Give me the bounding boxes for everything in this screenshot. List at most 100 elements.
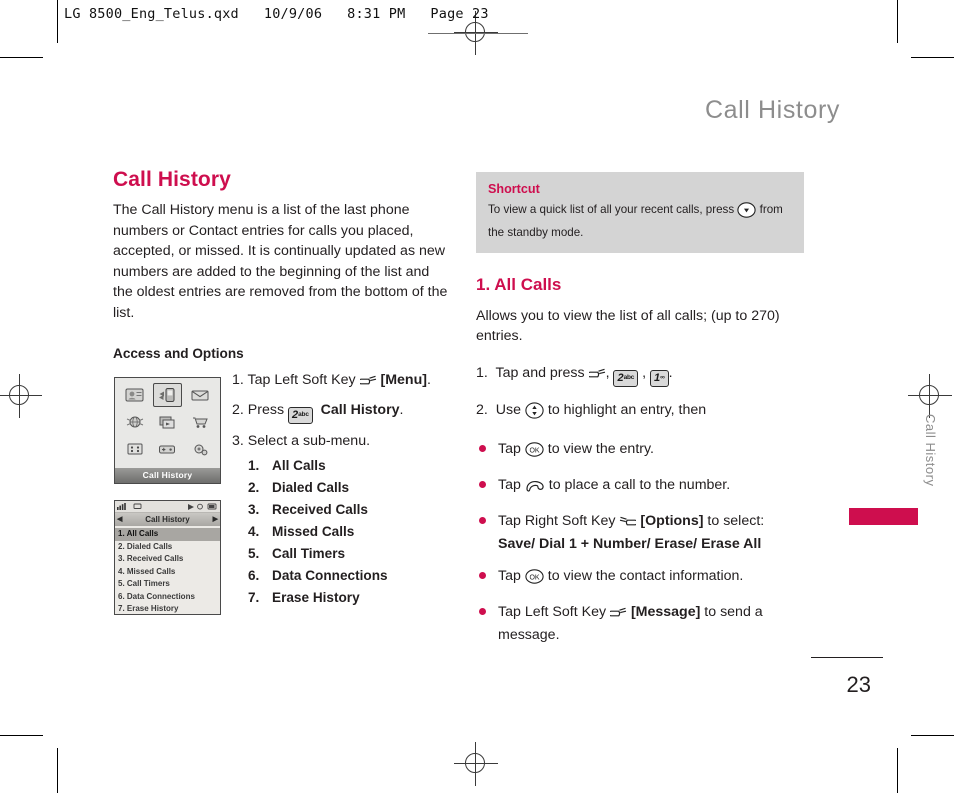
- access-step-3: 3. Select a sub-menu.: [232, 431, 452, 451]
- step-bold-label: [Menu]: [380, 372, 427, 388]
- step-number: 2.: [232, 402, 244, 418]
- access-steps-list: 1. Tap Left Soft Key [Menu]. 2. Press 2a…: [232, 370, 452, 458]
- list-item: 5. Call Timers: [118, 579, 170, 588]
- step-text: Tap and press: [495, 364, 585, 381]
- bullet-view-contact: Tap OK to view the contact information.: [476, 566, 804, 590]
- bullet-place-call: Tap to place a call to the number.: [476, 475, 804, 499]
- submenu-item-erase-history: 7. Erase History: [248, 590, 360, 605]
- submenu-item-received-calls: 3. Received Calls: [248, 502, 368, 517]
- page-number-rule: [811, 657, 883, 658]
- list-item: 4. Missed Calls: [118, 566, 176, 576]
- phone-main-menu-screenshot: Call History: [114, 377, 221, 484]
- phone-screen-title-bar: ◀ Call History ▶: [115, 513, 220, 526]
- send-call-key-icon: [525, 479, 545, 499]
- step-punct: .: [426, 372, 431, 388]
- contacts-icon: [120, 383, 150, 407]
- step-bold-label: Call History: [320, 402, 400, 418]
- all-calls-step-2: 2. Use to highlight an entry, then: [476, 400, 804, 426]
- crop-mark-bottom-left-horizontal: [0, 735, 43, 736]
- shop-icon: [185, 410, 215, 434]
- media-icon: [152, 410, 183, 434]
- submenu-item-dialed-calls: 2. Dialed Calls: [248, 480, 350, 495]
- submenu-item-data-connections: 6. Data Connections: [248, 568, 388, 583]
- submenu-item-all-calls: 1. All Calls: [248, 458, 326, 473]
- step-number: 1.: [232, 372, 244, 388]
- ok-key-icon: OK: [525, 569, 544, 590]
- shortcut-callout: Shortcut To view a quick list of all you…: [476, 172, 804, 253]
- next-arrow-icon: ▶: [212, 516, 218, 523]
- list-item: 7. Erase History: [118, 604, 179, 613]
- list-item: 6. Data Connections: [118, 591, 195, 601]
- registration-mark-left: [0, 374, 42, 418]
- page-title: Call History: [113, 168, 231, 191]
- bullet-dot-icon: [479, 480, 486, 488]
- phone-status-bar: [115, 501, 220, 513]
- messaging-icon: [185, 383, 215, 407]
- page-number: 23: [846, 672, 871, 697]
- step-text: Select a sub-menu.: [247, 433, 371, 449]
- left-column: Call History The Call History menu is a …: [113, 168, 449, 361]
- print-header-rule: [428, 33, 528, 34]
- access-step-2: 2. Press 2abc Call History.: [232, 400, 452, 424]
- svg-text:OK: OK: [529, 574, 539, 581]
- side-tab-marker: [849, 508, 918, 525]
- tools-icon: [120, 437, 150, 461]
- phone-screen-label: Call History: [115, 468, 220, 483]
- key-1-icon: 1∞: [650, 369, 669, 387]
- all-calls-step-1: 1. Tap and press , 2abc , 1∞.: [476, 363, 804, 387]
- right-column: Shortcut To view a quick list of all you…: [476, 172, 804, 657]
- list-item: 2. Dialed Calls: [118, 541, 173, 551]
- right-soft-key-icon: [619, 514, 639, 534]
- step-text: Press: [247, 402, 285, 418]
- web-icon: [120, 410, 150, 434]
- running-head: Call History: [705, 96, 840, 124]
- left-soft-key-icon: [586, 366, 606, 387]
- print-file-header: LG 8500_Eng_Telus.qxd 10/9/06 8:31 PM Pa…: [64, 6, 489, 22]
- crop-mark-top-right-horizontal: [911, 57, 954, 58]
- submenu-item-missed-calls: 4. Missed Calls: [248, 524, 355, 539]
- bullet-view-entry: Tap OK to view the entry.: [476, 439, 804, 463]
- all-calls-intro: Allows you to view the list of all calls…: [476, 308, 780, 345]
- registration-mark-bottom: [454, 742, 498, 786]
- access-and-options-subhead: Access and Options: [113, 345, 244, 361]
- crop-mark-top-right-vertical: [897, 0, 898, 43]
- step-text: Tap Left Soft Key: [247, 372, 356, 388]
- crop-mark-bottom-right-horizontal: [911, 735, 954, 736]
- step-number: 2.: [476, 401, 488, 418]
- left-soft-key-icon: [357, 373, 377, 393]
- all-calls-bullet-list: Tap OK to view the entry. Tap to place a…: [476, 439, 804, 645]
- step-text: Use: [495, 401, 521, 418]
- step-number: 3.: [232, 433, 244, 449]
- step-number: 1.: [476, 364, 488, 381]
- list-item: 3. Received Calls: [118, 554, 184, 563]
- section-title-all-calls: 1. All Calls: [476, 275, 562, 294]
- shortcut-text: To view a quick list of all your recent …: [488, 202, 783, 239]
- prev-arrow-icon: ◀: [117, 516, 123, 523]
- list-item: 1. All Calls: [115, 528, 220, 541]
- bullet-dot-icon: [479, 444, 486, 452]
- key-2-abc-icon: 2abc: [613, 369, 639, 387]
- options-values: Save/ Dial 1 + Number/ Erase/ Erase All: [498, 535, 762, 552]
- phone-screen-title: Call History: [145, 515, 190, 524]
- phone-menu-list: 1. All Calls 2. Dialed Calls 3. Received…: [115, 526, 220, 616]
- crop-mark-bottom-right-vertical: [897, 748, 898, 793]
- left-soft-key-icon: [608, 605, 627, 625]
- bullet-dot-icon: [479, 571, 486, 579]
- step-punct: .: [399, 402, 404, 418]
- intro-paragraph: The Call History menu is a list of the l…: [113, 202, 448, 321]
- ok-key-icon: OK: [525, 442, 544, 463]
- crop-mark-bottom-left-vertical: [57, 748, 58, 793]
- settings-icon: [185, 437, 215, 461]
- bullet-dot-icon: [479, 516, 486, 524]
- key-2-abc-icon: 2abc: [288, 407, 313, 424]
- registration-mark-right: [908, 374, 952, 418]
- side-tab-label: Call History: [923, 414, 938, 487]
- call-history-icon: [152, 383, 183, 407]
- phone-call-history-list-screenshot: ◀ Call History ▶ 1. All Calls 2. Dialed …: [114, 500, 221, 615]
- down-navigation-key-icon: [737, 202, 757, 224]
- submenu-item-call-timers: 5. Call Timers: [248, 546, 346, 561]
- svg-text:OK: OK: [529, 447, 539, 454]
- bullet-options: Tap Right Soft Key [Options] to select: …: [476, 511, 804, 554]
- shortcut-title: Shortcut: [488, 182, 540, 196]
- step-text-after: to highlight an entry, then: [547, 401, 707, 418]
